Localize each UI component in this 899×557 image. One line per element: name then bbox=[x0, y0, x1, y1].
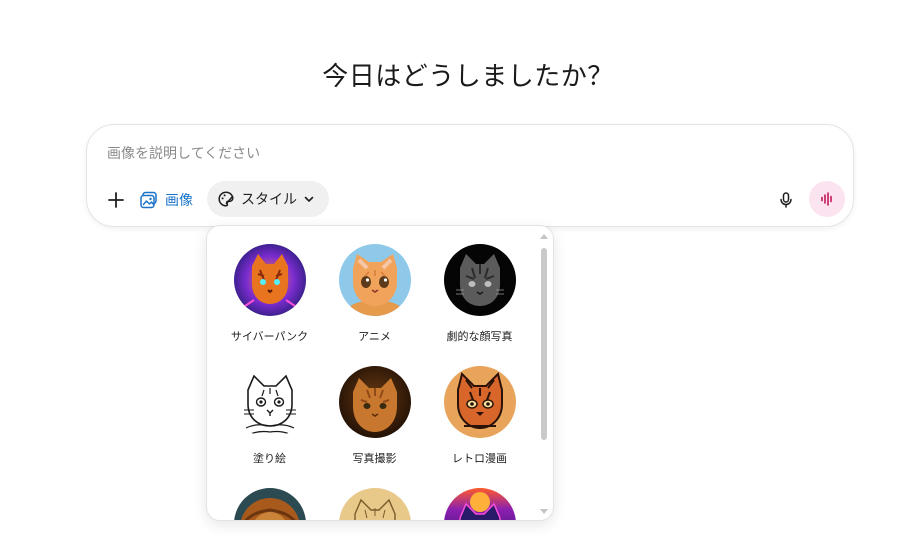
style-option-retro-comic[interactable]: レトロ漫画 bbox=[427, 366, 532, 466]
style-dropdown-label: スタイル bbox=[241, 192, 297, 208]
style-option-dramatic-portrait[interactable]: 劇的な顔写真 bbox=[427, 244, 532, 344]
photo-cat-thumbnail bbox=[338, 366, 411, 438]
style-option-anime[interactable]: アニメ bbox=[322, 244, 427, 344]
style-option-sketch[interactable] bbox=[322, 488, 427, 520]
dramatic-portrait-cat-thumbnail bbox=[443, 244, 516, 316]
image-button[interactable]: 画像 bbox=[139, 187, 193, 213]
image-button-label: 画像 bbox=[165, 193, 193, 209]
style-label: レトロ漫画 bbox=[452, 452, 507, 465]
retro-comic-cat-thumbnail bbox=[443, 366, 516, 438]
style-option-coloring-book[interactable]: 塗り絵 bbox=[217, 366, 322, 466]
sketch-cat-thumbnail bbox=[338, 488, 411, 520]
prompt-composer: 画像 スタイル bbox=[86, 124, 854, 227]
style-picker-menu: サイバーパンク アニメ 劇的な顔写真 塗り絵 写真撮影 レトロ漫画 bbox=[206, 225, 554, 521]
synthwave-cat-thumbnail bbox=[443, 488, 516, 520]
style-menu-scrollbar[interactable] bbox=[539, 234, 549, 514]
style-dropdown[interactable]: スタイル bbox=[207, 181, 329, 217]
image-icon bbox=[140, 191, 157, 209]
style-option-synthwave[interactable] bbox=[427, 488, 532, 520]
microphone-icon bbox=[780, 192, 792, 208]
prompt-input[interactable] bbox=[107, 143, 747, 165]
style-label: アニメ bbox=[358, 330, 391, 343]
style-label: 塗り絵 bbox=[253, 452, 286, 465]
anime-cat-thumbnail bbox=[338, 244, 411, 316]
add-button[interactable] bbox=[103, 187, 129, 213]
page-title: 今日はどうしましたか？ bbox=[322, 62, 614, 92]
style-option-photo[interactable]: 写真撮影 bbox=[322, 366, 427, 466]
style-grid: サイバーパンク アニメ 劇的な顔写真 塗り絵 写真撮影 レトロ漫画 bbox=[217, 244, 532, 520]
scroll-up-arrow-icon[interactable] bbox=[540, 234, 548, 239]
style-option-lion-painting[interactable] bbox=[217, 488, 322, 520]
scroll-down-arrow-icon[interactable] bbox=[540, 509, 548, 514]
style-option-cyberpunk[interactable]: サイバーパンク bbox=[217, 244, 322, 344]
waveform-icon bbox=[821, 192, 832, 206]
microphone-button[interactable] bbox=[773, 187, 799, 213]
palette-icon bbox=[218, 191, 234, 207]
cyberpunk-cat-thumbnail bbox=[233, 244, 306, 316]
lion-painting-thumbnail bbox=[233, 488, 306, 520]
scrollbar-thumb[interactable] bbox=[541, 248, 547, 440]
style-label: サイバーパンク bbox=[230, 330, 309, 343]
voice-mode-button[interactable] bbox=[809, 181, 845, 217]
coloring-book-cat-thumbnail bbox=[233, 366, 306, 438]
style-label: 写真撮影 bbox=[352, 452, 397, 465]
plus-icon bbox=[108, 192, 124, 208]
style-label: 劇的な顔写真 bbox=[446, 330, 513, 343]
chevron-down-icon bbox=[304, 196, 314, 202]
